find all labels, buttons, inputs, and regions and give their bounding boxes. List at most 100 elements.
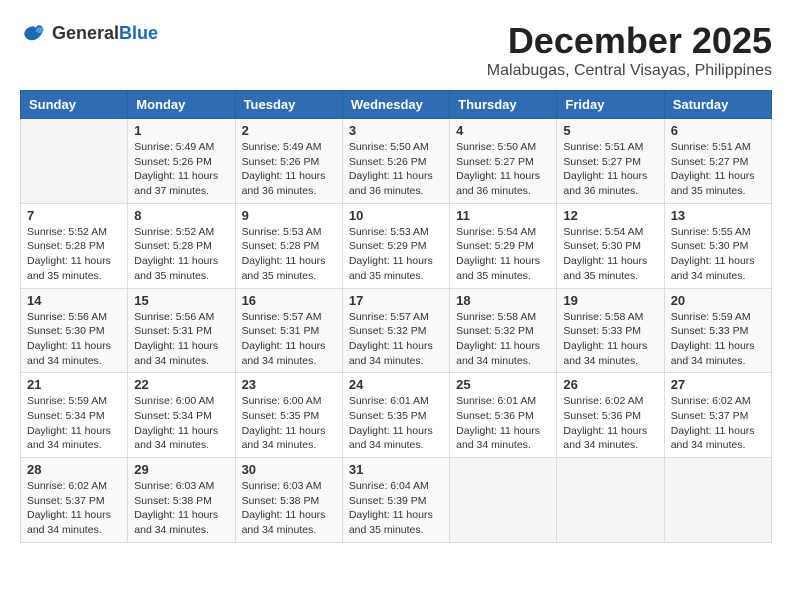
day-info: Sunrise: 5:52 AMSunset: 5:28 PMDaylight:… xyxy=(27,225,121,284)
day-number: 9 xyxy=(242,208,336,223)
calendar-cell: 27Sunrise: 6:02 AMSunset: 5:37 PMDayligh… xyxy=(664,373,771,458)
day-number: 23 xyxy=(242,377,336,392)
day-number: 5 xyxy=(563,123,657,138)
calendar-cell: 28 Sunrise: 6:02 AMSunset: 5:37 PMDayligh… xyxy=(21,458,128,543)
day-info: Sunrise: 5:54 AMSunset: 5:30 PMDaylight:… xyxy=(563,225,657,284)
day-info: Sunrise: 5:51 AMSunset: 5:27 PMDaylight:… xyxy=(671,140,765,199)
day-number: 28 xyxy=(27,462,121,477)
day-info: Sunrise: 5:53 AMSunset: 5:28 PMDaylight:… xyxy=(242,225,336,284)
day-info: Sunrise: 5:54 AMSunset: 5:29 PMDaylight:… xyxy=(456,225,550,284)
day-number: 20 xyxy=(671,293,765,308)
calendar-cell xyxy=(557,458,664,543)
day-number: 24 xyxy=(349,377,443,392)
location-subtitle: Malabugas, Central Visayas, Philippines xyxy=(487,62,772,80)
day-number: 29 xyxy=(134,462,228,477)
calendar-cell: 17Sunrise: 5:57 AMSunset: 5:32 PMDayligh… xyxy=(342,288,449,373)
logo-blue-text: Blue xyxy=(119,23,158,43)
day-number: 25 xyxy=(456,377,550,392)
logo-bird-icon xyxy=(20,20,48,48)
calendar-cell: 1Sunrise: 5:49 AMSunset: 5:26 PMDaylight… xyxy=(128,119,235,204)
day-info: Sunrise: 5:58 AMSunset: 5:32 PMDaylight:… xyxy=(456,310,550,369)
day-info: Sunrise: 6:02 AMSunset: 5:37 PMDaylight:… xyxy=(671,394,765,453)
calendar-cell: 6 Sunrise: 5:51 AMSunset: 5:27 PMDaylight… xyxy=(664,119,771,204)
day-info: Sunrise: 6:02 AMSunset: 5:36 PMDaylight:… xyxy=(563,394,657,453)
day-info: Sunrise: 5:53 AMSunset: 5:29 PMDaylight:… xyxy=(349,225,443,284)
day-number: 4 xyxy=(456,123,550,138)
calendar-header-monday: Monday xyxy=(128,91,235,119)
page-header: GeneralBlue December 2025 Malabugas, Cen… xyxy=(20,20,772,80)
day-info: Sunrise: 6:03 AMSunset: 5:38 PMDaylight:… xyxy=(134,479,228,538)
month-title: December 2025 xyxy=(487,20,772,62)
calendar-cell: 5Sunrise: 5:51 AMSunset: 5:27 PMDaylight… xyxy=(557,119,664,204)
title-area: December 2025 Malabugas, Central Visayas… xyxy=(487,20,772,80)
day-number: 21 xyxy=(27,377,121,392)
calendar-cell: 10 Sunrise: 5:53 AMSunset: 5:29 PMDayligh… xyxy=(342,203,449,288)
day-number: 1 xyxy=(134,123,228,138)
day-info: Sunrise: 6:02 AMSunset: 5:37 PMDaylight:… xyxy=(27,479,121,538)
calendar-cell: 23 Sunrise: 6:00 AMSunset: 5:35 PMDayligh… xyxy=(235,373,342,458)
day-info: Sunrise: 5:57 AMSunset: 5:31 PMDaylight:… xyxy=(242,310,336,369)
calendar-cell: 24 Sunrise: 6:01 AMSunset: 5:35 PMDayligh… xyxy=(342,373,449,458)
calendar-cell: 7 Sunrise: 5:52 AMSunset: 5:28 PMDaylight… xyxy=(21,203,128,288)
day-info: Sunrise: 6:00 AMSunset: 5:34 PMDaylight:… xyxy=(134,394,228,453)
day-number: 31 xyxy=(349,462,443,477)
calendar-week-row: 7 Sunrise: 5:52 AMSunset: 5:28 PMDaylight… xyxy=(21,203,772,288)
day-info: Sunrise: 5:56 AMSunset: 5:31 PMDaylight:… xyxy=(134,310,228,369)
calendar-cell: 8 Sunrise: 5:52 AMSunset: 5:28 PMDaylight… xyxy=(128,203,235,288)
day-number: 17 xyxy=(349,293,443,308)
day-number: 2 xyxy=(242,123,336,138)
calendar-cell: 4 Sunrise: 5:50 AMSunset: 5:27 PMDaylight… xyxy=(450,119,557,204)
day-number: 10 xyxy=(349,208,443,223)
day-info: Sunrise: 5:58 AMSunset: 5:33 PMDaylight:… xyxy=(563,310,657,369)
calendar-header-wednesday: Wednesday xyxy=(342,91,449,119)
day-info: Sunrise: 5:49 AMSunset: 5:26 PMDaylight:… xyxy=(242,140,336,199)
day-number: 18 xyxy=(456,293,550,308)
day-info: Sunrise: 6:00 AMSunset: 5:35 PMDaylight:… xyxy=(242,394,336,453)
day-info: Sunrise: 6:01 AMSunset: 5:35 PMDaylight:… xyxy=(349,394,443,453)
calendar-cell: 31Sunrise: 6:04 AMSunset: 5:39 PMDayligh… xyxy=(342,458,449,543)
calendar-week-row: 28 Sunrise: 6:02 AMSunset: 5:37 PMDayligh… xyxy=(21,458,772,543)
day-number: 13 xyxy=(671,208,765,223)
calendar-cell: 3 Sunrise: 5:50 AMSunset: 5:26 PMDaylight… xyxy=(342,119,449,204)
calendar-cell: 14Sunrise: 5:56 AMSunset: 5:30 PMDayligh… xyxy=(21,288,128,373)
day-number: 16 xyxy=(242,293,336,308)
day-number: 8 xyxy=(134,208,228,223)
day-info: Sunrise: 5:59 AMSunset: 5:33 PMDaylight:… xyxy=(671,310,765,369)
calendar-header-tuesday: Tuesday xyxy=(235,91,342,119)
calendar-header-friday: Friday xyxy=(557,91,664,119)
calendar-cell xyxy=(664,458,771,543)
calendar-header-saturday: Saturday xyxy=(664,91,771,119)
calendar-header-sunday: Sunday xyxy=(21,91,128,119)
day-info: Sunrise: 5:52 AMSunset: 5:28 PMDaylight:… xyxy=(134,225,228,284)
calendar-cell: 16 Sunrise: 5:57 AMSunset: 5:31 PMDayligh… xyxy=(235,288,342,373)
day-number: 14 xyxy=(27,293,121,308)
day-number: 26 xyxy=(563,377,657,392)
calendar-week-row: 21 Sunrise: 5:59 AMSunset: 5:34 PMDayligh… xyxy=(21,373,772,458)
logo-general-text: General xyxy=(52,23,119,43)
day-number: 30 xyxy=(242,462,336,477)
day-info: Sunrise: 5:50 AMSunset: 5:27 PMDaylight:… xyxy=(456,140,550,199)
day-number: 11 xyxy=(456,208,550,223)
calendar-cell: 30Sunrise: 6:03 AMSunset: 5:38 PMDayligh… xyxy=(235,458,342,543)
calendar-cell: 11 Sunrise: 5:54 AMSunset: 5:29 PMDayligh… xyxy=(450,203,557,288)
calendar-cell: 22Sunrise: 6:00 AMSunset: 5:34 PMDayligh… xyxy=(128,373,235,458)
day-number: 3 xyxy=(349,123,443,138)
calendar-cell: 20 Sunrise: 5:59 AMSunset: 5:33 PMDayligh… xyxy=(664,288,771,373)
calendar-cell: 21 Sunrise: 5:59 AMSunset: 5:34 PMDayligh… xyxy=(21,373,128,458)
logo: GeneralBlue xyxy=(20,20,158,48)
calendar-cell: 2 Sunrise: 5:49 AMSunset: 5:26 PMDaylight… xyxy=(235,119,342,204)
calendar-cell xyxy=(21,119,128,204)
calendar-header-row: SundayMondayTuesdayWednesdayThursdayFrid… xyxy=(21,91,772,119)
calendar-cell: 15Sunrise: 5:56 AMSunset: 5:31 PMDayligh… xyxy=(128,288,235,373)
calendar-cell: 29 Sunrise: 6:03 AMSunset: 5:38 PMDayligh… xyxy=(128,458,235,543)
day-number: 6 xyxy=(671,123,765,138)
day-number: 7 xyxy=(27,208,121,223)
calendar-cell: 13Sunrise: 5:55 AMSunset: 5:30 PMDayligh… xyxy=(664,203,771,288)
calendar-cell xyxy=(450,458,557,543)
calendar-cell: 26 Sunrise: 6:02 AMSunset: 5:36 PMDayligh… xyxy=(557,373,664,458)
calendar-week-row: 14Sunrise: 5:56 AMSunset: 5:30 PMDayligh… xyxy=(21,288,772,373)
calendar-week-row: 1 Sunrise: 5:49 AMSunset: 5:26 PMDaylight… xyxy=(21,119,772,204)
calendar-cell: 25Sunrise: 6:01 AMSunset: 5:36 PMDayligh… xyxy=(450,373,557,458)
day-info: Sunrise: 5:59 AMSunset: 5:34 PMDaylight:… xyxy=(27,394,121,453)
day-info: Sunrise: 5:50 AMSunset: 5:26 PMDaylight:… xyxy=(349,140,443,199)
